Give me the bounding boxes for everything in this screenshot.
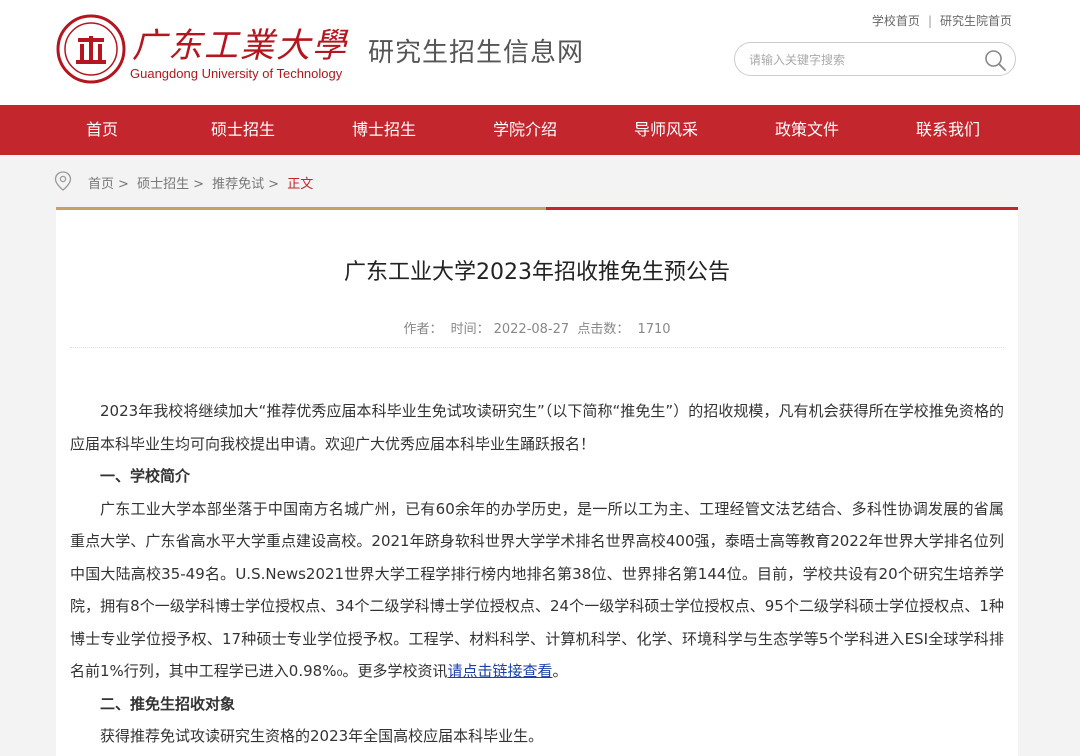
meta-hits: 1710 xyxy=(637,322,671,337)
school-intro-paragraph: 广东工业大学本部坐落于中国南方名城广州，已有60余年的办学历史，是一所以工为主、… xyxy=(70,493,1004,688)
top-links-separator: | xyxy=(927,14,932,28)
main-nav: 首页 硕士招生 博士招生 学院介绍 导师风采 政策文件 联系我们 xyxy=(0,105,1080,155)
logo-english-name: Guangdong University of Technology xyxy=(130,66,343,81)
school-intro-text: 广东工业大学本部坐落于中国南方名城广州，已有60余年的办学历史，是一所以工为主、… xyxy=(70,499,1004,681)
article-meta: 作者： 时间： 2022-08-27 点击数： 1710 xyxy=(56,318,1018,337)
school-info-link[interactable]: 请点击链接查看 xyxy=(447,662,552,680)
breadcrumb-separator: > xyxy=(118,177,129,192)
nav-item-home[interactable]: 首页 xyxy=(32,105,172,155)
article-body: 2023年我校将继续加大“推荐优秀应届本科毕业生免试攻读研究生”（以下简称“推免… xyxy=(70,395,1004,753)
nav-item-schools[interactable]: 学院介绍 xyxy=(455,105,595,155)
nav-item-contact[interactable]: 联系我们 xyxy=(878,105,1018,155)
school-intro-end: 。 xyxy=(552,662,568,680)
nav-item-master-admission[interactable]: 硕士招生 xyxy=(173,105,313,155)
nav-item-policies[interactable]: 政策文件 xyxy=(737,105,877,155)
target-paragraph: 获得推荐免试攻读研究生资格的2023年全国高校应届本科毕业生。 xyxy=(100,727,544,745)
university-seal-icon xyxy=(56,14,126,84)
logo-chinese-name: 广东工業大學 xyxy=(132,26,348,66)
article-content: 广东工业大学2023年招收推免生预公告 作者： 时间： 2022-08-27 点击… xyxy=(56,210,1018,756)
top-links: 学校首页 | 研究生院首页 xyxy=(872,12,1012,29)
breadcrumb-home[interactable]: 首页 xyxy=(88,177,114,192)
breadcrumb-separator: > xyxy=(268,177,280,192)
article-title: 广东工业大学2023年招收推免生预公告 xyxy=(344,260,730,285)
intro-paragraph: 2023年我校将继续加大“推荐优秀应届本科毕业生免试攻读研究生”（以下简称“推免… xyxy=(70,402,1004,453)
breadcrumb-current: 正文 xyxy=(287,177,314,192)
search-icon[interactable] xyxy=(983,48,1007,72)
breadcrumb-master-admission[interactable]: 硕士招生 xyxy=(137,177,189,192)
search-input[interactable] xyxy=(749,50,969,70)
meta-time: 2022-08-27 xyxy=(493,322,570,337)
meta-divider xyxy=(70,347,1004,348)
section-heading-school-intro: 一、学校简介 xyxy=(100,467,191,485)
location-pin-icon xyxy=(54,171,72,191)
meta-author-label: 作者： xyxy=(403,322,443,337)
university-logo[interactable]: 广东工業大學 Guangdong University of Technolog… xyxy=(56,12,356,86)
site-header: 广东工業大學 Guangdong University of Technolog… xyxy=(0,0,1080,105)
search-box xyxy=(734,42,1016,76)
graduate-school-home-link[interactable]: 研究生院首页 xyxy=(940,14,1012,28)
school-home-link[interactable]: 学校首页 xyxy=(872,14,920,28)
site-name: 研究生招生信息网 xyxy=(368,38,585,68)
nav-item-doctoral-admission[interactable]: 博士招生 xyxy=(314,105,454,155)
nav-item-supervisors[interactable]: 导师风采 xyxy=(596,105,736,155)
breadcrumb-recommendation[interactable]: 推荐免试 xyxy=(212,177,264,192)
meta-time-label: 时间： xyxy=(450,322,490,337)
meta-hits-label: 点击数： xyxy=(577,322,630,337)
section-heading-target: 二、推免生招收对象 xyxy=(100,694,236,713)
breadcrumb-separator: > xyxy=(193,177,204,192)
